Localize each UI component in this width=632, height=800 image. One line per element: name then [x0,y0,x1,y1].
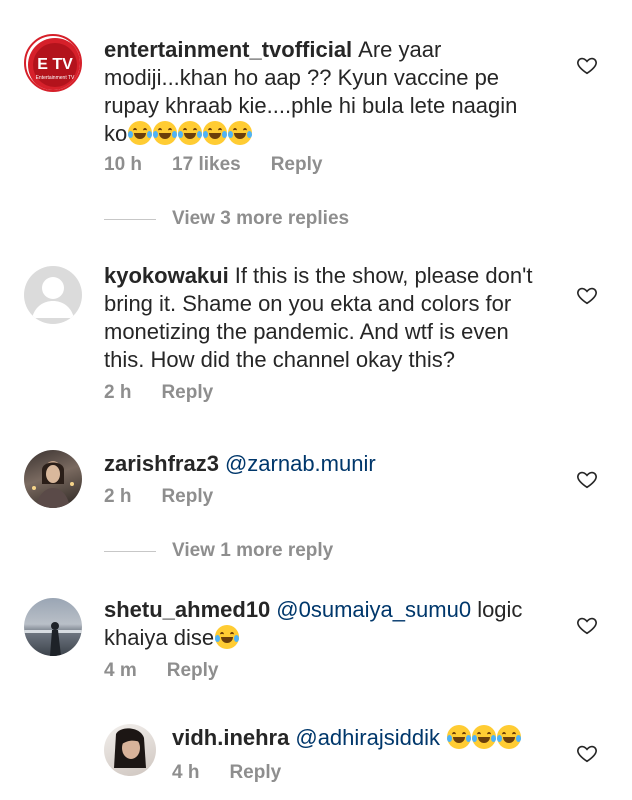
mention-link[interactable]: @adhirajsiddik [295,725,440,750]
face-with-tears-of-joy-emoji [203,121,228,145]
heart-icon[interactable] [576,742,598,764]
heart-icon[interactable] [576,468,598,490]
comment-text-line2: khaiya dise [104,625,215,650]
reply-button[interactable]: Reply [161,486,213,507]
face-with-tears-of-joy-emoji [228,121,253,145]
avatar[interactable]: E TV Entertainment TV [24,34,82,92]
face-with-tears-of-joy-emoji [215,625,240,649]
view-more-label: View 1 more reply [172,540,334,561]
timestamp: 4 h [172,762,200,783]
heart-icon[interactable] [576,614,598,636]
username[interactable]: zarishfraz3 [104,451,219,476]
avatar[interactable] [24,450,82,508]
face-with-tears-of-joy-emoji [472,725,497,749]
comment-body: shetu_ahmed10 @0sumaiya_sumu0 logic khaiy… [104,596,548,652]
face-with-tears-of-joy-emoji [153,121,178,145]
comment-meta: 2 h Reply [104,382,243,404]
face-with-tears-of-joy-emoji [128,121,153,145]
mention-link[interactable]: @0sumaiya_sumu0 [276,597,471,622]
timestamp: 4 m [104,660,137,681]
username[interactable]: vidh.inehra [172,725,289,750]
comment-body: kyokowakui If this is the show, please do… [104,262,548,374]
likes-count[interactable]: 17 likes [172,154,241,175]
view-more-replies[interactable]: View 3 more replies [104,208,349,230]
face-with-tears-of-joy-emoji [447,725,472,749]
avatar[interactable] [24,598,82,656]
comment-body: zarishfraz3 @zarnab.munir [104,450,544,478]
heart-icon[interactable] [576,284,598,306]
username[interactable]: entertainment_tvofficial [104,37,352,62]
view-more-label: View 3 more replies [172,208,350,229]
heart-icon[interactable] [576,54,598,76]
reply-button[interactable]: Reply [167,660,219,681]
comment-meta: 4 m Reply [104,660,249,682]
avatar-photo [114,728,146,768]
reply-button[interactable]: Reply [229,762,281,783]
timestamp: 2 h [104,486,132,507]
reply-button[interactable]: Reply [271,154,323,175]
username[interactable]: kyokowakui [104,263,229,288]
svg-text:E TV: E TV [37,56,73,73]
mention-link[interactable]: @zarnab.munir [225,451,376,476]
view-more-replies[interactable]: View 1 more reply [104,540,333,562]
comment-body: entertainment_tvofficial Are yaar modiji.… [104,36,544,148]
emoji-group [446,725,522,750]
face-with-tears-of-joy-emoji [178,121,203,145]
default-avatar-icon [32,277,74,318]
timestamp: 10 h [104,154,143,175]
timestamp: 2 h [104,382,132,403]
svg-text:Entertainment TV: Entertainment TV [36,75,75,81]
divider [104,218,156,220]
avatar-photo [24,622,82,656]
comment-text: logic [477,597,523,622]
etv-logo: E TV Entertainment TV [28,38,80,90]
avatar[interactable] [24,266,82,324]
comment-meta: 10 h 17 likes Reply [104,154,352,176]
comment-body: vidh.inehra @adhirajsiddik [172,724,562,752]
emoji-group [127,121,253,146]
comment-meta: 2 h Reply [104,486,243,508]
comment-meta: 4 h Reply [172,762,311,784]
avatar-photo [32,461,74,508]
divider [104,550,156,552]
avatar[interactable] [104,724,156,776]
reply-button[interactable]: Reply [161,382,213,403]
username[interactable]: shetu_ahmed10 [104,597,270,622]
face-with-tears-of-joy-emoji [497,725,522,749]
